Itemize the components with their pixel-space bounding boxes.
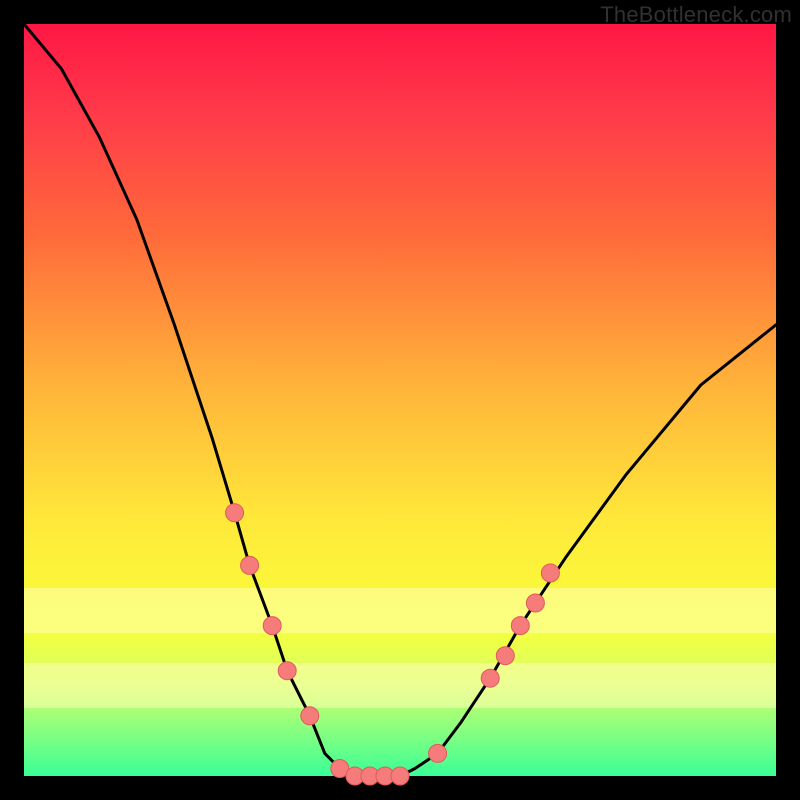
watermark-label: TheBottleneck.com bbox=[600, 2, 792, 28]
bottleneck-chart bbox=[24, 24, 776, 776]
data-marker bbox=[541, 564, 559, 582]
data-marker bbox=[226, 504, 244, 522]
data-marker bbox=[496, 647, 514, 665]
data-marker bbox=[391, 767, 409, 785]
data-marker bbox=[429, 744, 447, 762]
data-marker bbox=[241, 556, 259, 574]
data-marker bbox=[481, 669, 499, 687]
data-marker bbox=[263, 617, 281, 635]
data-marker bbox=[526, 594, 544, 612]
data-marker bbox=[278, 662, 296, 680]
data-marker bbox=[301, 707, 319, 725]
chart-area bbox=[24, 24, 776, 776]
bottleneck-curve bbox=[24, 24, 776, 776]
data-marker bbox=[511, 617, 529, 635]
